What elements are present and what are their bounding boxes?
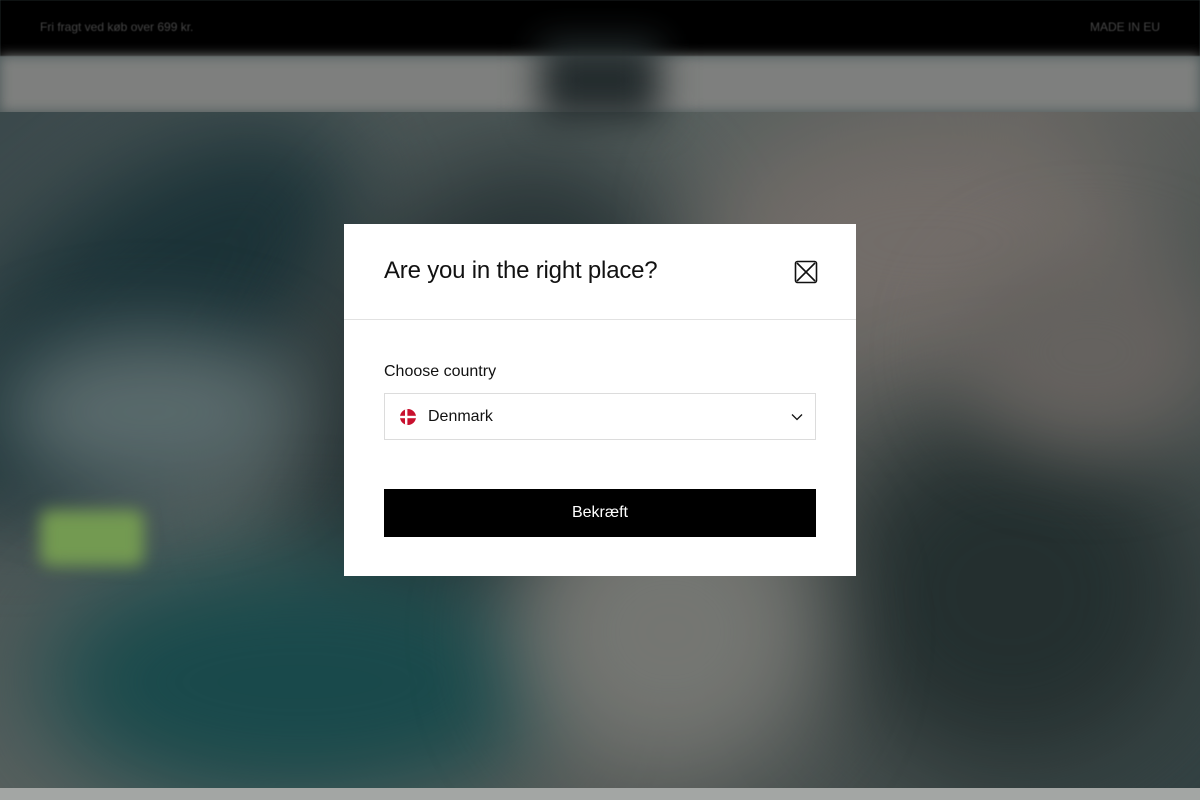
close-button[interactable] (794, 260, 818, 284)
country-select[interactable]: Denmark (384, 393, 816, 440)
confirm-button[interactable]: Bekræft (384, 489, 816, 537)
selected-country: Denmark (428, 408, 493, 425)
modal-header: Are you in the right place? (344, 224, 856, 320)
chevron-down-icon (790, 411, 804, 423)
country-selector-modal: Are you in the right place? Choose count… (344, 224, 856, 576)
close-icon (794, 260, 818, 284)
modal-title: Are you in the right place? (384, 257, 658, 284)
choose-country-label: Choose country (384, 363, 497, 380)
denmark-flag-icon (400, 409, 416, 425)
